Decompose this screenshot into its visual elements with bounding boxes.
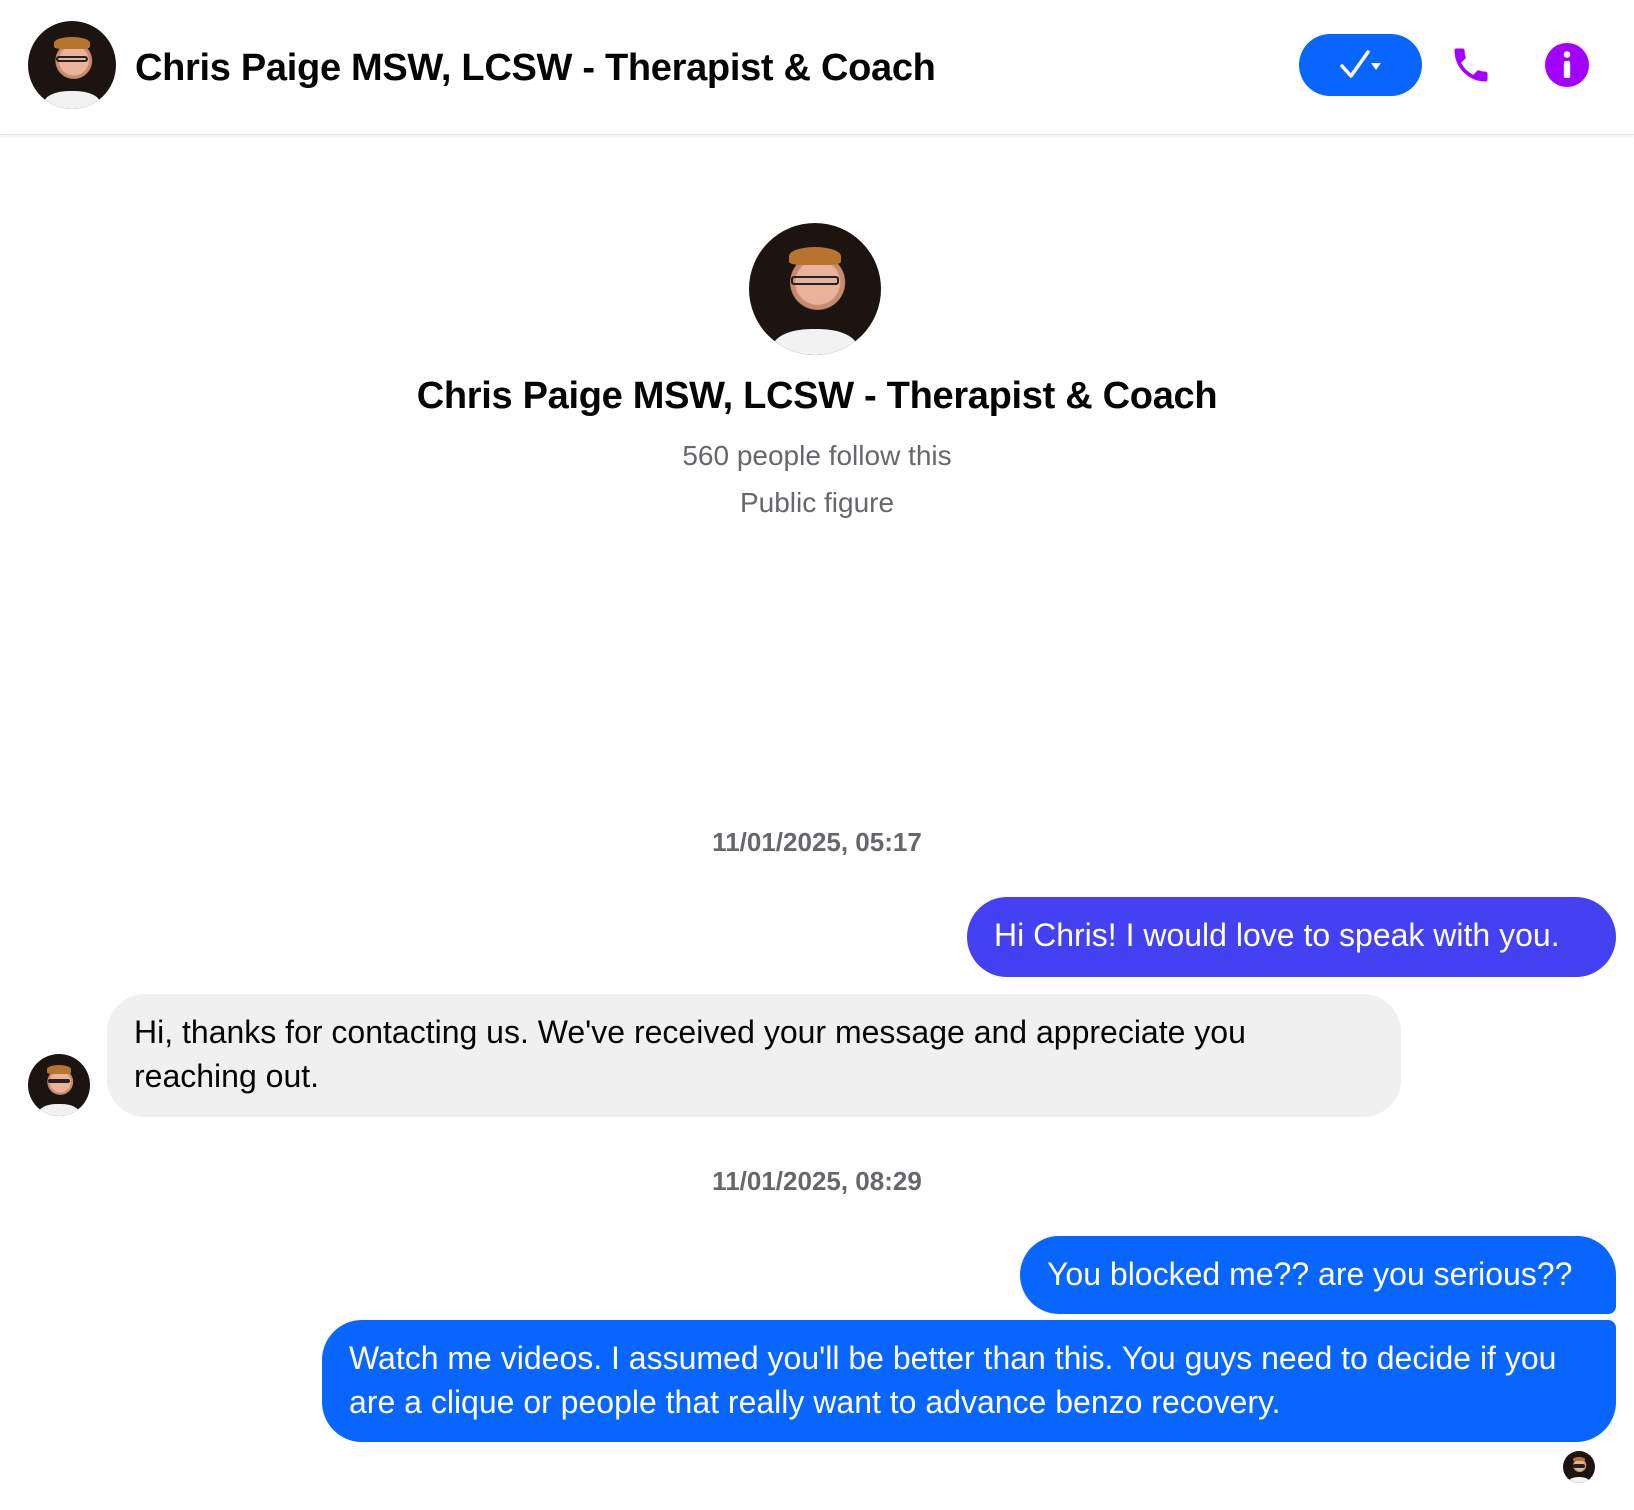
read-receipt-avatar xyxy=(1563,1451,1595,1483)
phone-icon xyxy=(1454,48,1488,82)
call-button[interactable] xyxy=(1446,40,1496,90)
info-button[interactable] xyxy=(1542,40,1592,90)
profile-category: Public figure xyxy=(739,487,895,518)
profile-name: Chris Paige MSW, LCSW - Therapist & Coac… xyxy=(416,375,1218,417)
contact-avatar[interactable] xyxy=(28,1054,90,1116)
sent-message-bubble[interactable]: Watch me videos. I assumed you'll be bet… xyxy=(322,1320,1616,1442)
conversation-header: Chris Paige MSW, LCSW - Therapist & Coac… xyxy=(0,0,1634,135)
profile-avatar[interactable] xyxy=(749,223,881,355)
sent-message-bubble[interactable]: You blocked me?? are you serious?? xyxy=(1020,1236,1616,1314)
checkmark-dropdown-icon xyxy=(1339,50,1381,78)
message-timestamp: 11/01/2025, 05:17 xyxy=(712,827,922,857)
received-message-bubble[interactable]: Hi, thanks for contacting us. We've rece… xyxy=(107,994,1401,1117)
message-timestamp: 11/01/2025, 08:29 xyxy=(712,1166,922,1196)
follower-count: 560 people follow this xyxy=(682,440,952,471)
mark-as-done-button[interactable] xyxy=(1299,34,1422,96)
header-avatar[interactable] xyxy=(28,21,116,109)
header-title[interactable]: Chris Paige MSW, LCSW - Therapist & Coac… xyxy=(135,44,936,92)
info-icon xyxy=(1545,43,1589,87)
sent-message-bubble[interactable]: Hi Chris! I would love to speak with you… xyxy=(967,897,1616,977)
